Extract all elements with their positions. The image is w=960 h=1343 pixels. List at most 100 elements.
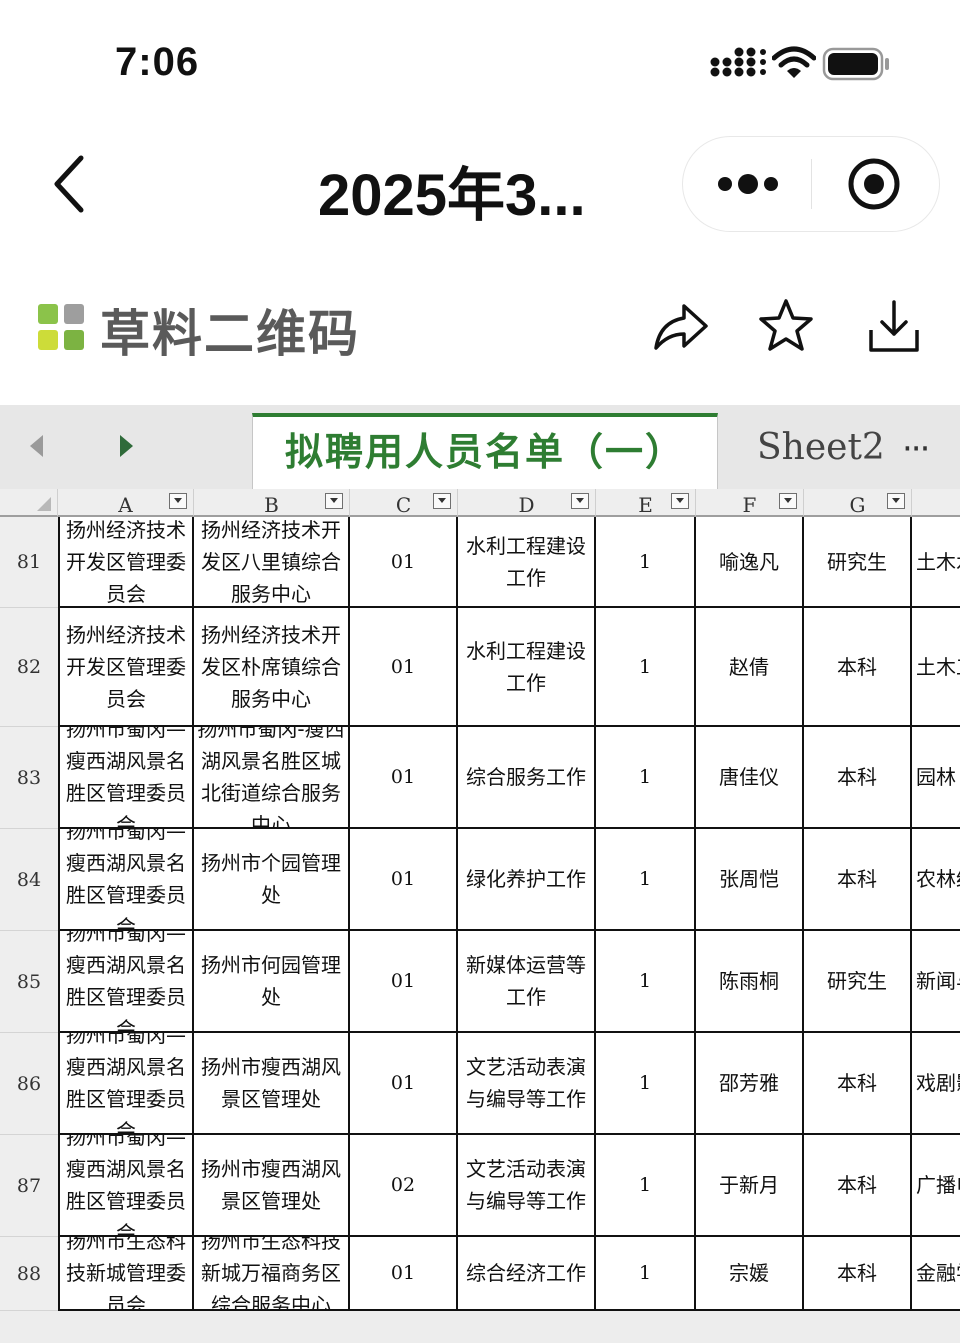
table-cell-g[interactable]: 研究生	[804, 931, 912, 1033]
table-cell-e[interactable]: 1	[596, 608, 696, 727]
column-header-e[interactable]: E	[596, 489, 696, 517]
table-cell-g[interactable]: 研究生	[804, 517, 912, 608]
table-cell-b[interactable]: 扬州市何园管理处	[194, 931, 350, 1033]
column-header-d[interactable]: D	[458, 489, 596, 517]
table-cell-e[interactable]: 1	[596, 517, 696, 608]
row-header[interactable]: 86	[0, 1033, 58, 1135]
table-cell-e[interactable]: 1	[596, 829, 696, 931]
table-cell-h[interactable]: 园林	[912, 727, 960, 829]
table-cell-b[interactable]: 扬州市瘦西湖风景区管理处	[194, 1135, 350, 1237]
table-cell-d[interactable]: 水利工程建设工作	[458, 517, 596, 608]
table-cell-h[interactable]: 农林经	[912, 829, 960, 931]
table-cell-h[interactable]: 金融学	[912, 1237, 960, 1311]
table-cell-a[interactable]: 扬州市蜀冈—瘦西湖风景名胜区管理委员会	[58, 1135, 194, 1237]
table-cell-b[interactable]: 扬州经济技术开发区朴席镇综合服务中心	[194, 608, 350, 727]
column-header-h[interactable]: H	[912, 489, 960, 517]
tab-sheet1[interactable]: 拟聘用人员名单（一）	[252, 413, 718, 493]
table-cell-f[interactable]: 宗媛	[696, 1237, 804, 1311]
table-cell-d[interactable]: 综合服务工作	[458, 727, 596, 829]
filter-dropdown-icon[interactable]	[169, 493, 187, 509]
column-header-f[interactable]: F	[696, 489, 804, 517]
row-header[interactable]: 84	[0, 829, 58, 931]
table-cell-a[interactable]: 扬州经济技术开发区管理委员会	[58, 517, 194, 608]
table-cell-b[interactable]: 扬州市个园管理处	[194, 829, 350, 931]
share-button[interactable]	[650, 296, 710, 356]
column-header-g[interactable]: G	[804, 489, 912, 517]
row-header[interactable]: 82	[0, 608, 58, 727]
table-cell-e[interactable]: 1	[596, 931, 696, 1033]
table-cell-c[interactable]: 01	[350, 1237, 458, 1311]
row-header[interactable]: 88	[0, 1237, 58, 1311]
table-cell-g[interactable]: 本科	[804, 608, 912, 727]
table-cell-a[interactable]: 扬州市蜀冈—瘦西湖风景名胜区管理委员会	[58, 829, 194, 931]
table-cell-h[interactable]: 广播电	[912, 1135, 960, 1237]
table-cell-h[interactable]: 土木水	[912, 517, 960, 608]
table-cell-c[interactable]: 01	[350, 517, 458, 608]
row-header[interactable]: 81	[0, 517, 58, 608]
table-cell-g[interactable]: 本科	[804, 727, 912, 829]
tab-scroll-left-icon[interactable]	[30, 435, 43, 457]
table-cell-d[interactable]: 新媒体运营等工作	[458, 931, 596, 1033]
table-cell-e[interactable]: 1	[596, 727, 696, 829]
tab-sheet2[interactable]: Sheet2	[757, 427, 885, 468]
column-header-a[interactable]: A	[58, 489, 194, 517]
table-cell-b[interactable]: 扬州市生态科技新城万福商务区综合服务中心	[194, 1237, 350, 1311]
table-cell-d[interactable]: 文艺活动表演与编导等工作	[458, 1033, 596, 1135]
filter-dropdown-icon[interactable]	[433, 493, 451, 509]
filter-dropdown-icon[interactable]	[887, 493, 905, 509]
column-header-c[interactable]: C	[350, 489, 458, 517]
filter-dropdown-icon[interactable]	[571, 493, 589, 509]
table-cell-c[interactable]: 01	[350, 1033, 458, 1135]
row-header[interactable]: 83	[0, 727, 58, 829]
cell-text: 园林	[916, 765, 956, 789]
table-cell-f[interactable]: 唐佳仪	[696, 727, 804, 829]
column-header-b[interactable]: B	[194, 489, 350, 517]
table-cell-b[interactable]: 扬州经济技术开发区八里镇综合服务中心	[194, 517, 350, 608]
table-cell-a[interactable]: 扬州市蜀冈—瘦西湖风景名胜区管理委员会	[58, 1033, 194, 1135]
table-cell-g[interactable]: 本科	[804, 1033, 912, 1135]
table-cell-h[interactable]: 戏剧影	[912, 1033, 960, 1135]
row-header[interactable]: 87	[0, 1135, 58, 1237]
table-cell-h[interactable]: 新闻与	[912, 931, 960, 1033]
favorite-button[interactable]	[756, 296, 816, 356]
table-cell-f[interactable]: 于新月	[696, 1135, 804, 1237]
select-all-corner[interactable]	[0, 489, 58, 517]
tab-scroll-right-icon[interactable]	[120, 435, 133, 457]
download-button[interactable]	[864, 296, 924, 356]
table-cell-a[interactable]: 扬州经济技术开发区管理委员会	[58, 608, 194, 727]
table-cell-c[interactable]: 01	[350, 829, 458, 931]
row-header[interactable]: 85	[0, 931, 58, 1033]
filter-dropdown-icon[interactable]	[779, 493, 797, 509]
table-cell-e[interactable]: 1	[596, 1135, 696, 1237]
table-cell-d[interactable]: 综合经济工作	[458, 1237, 596, 1311]
table-cell-e[interactable]: 1	[596, 1237, 696, 1311]
table-cell-b[interactable]: 扬州市蜀冈-瘦西湖风景名胜区城北街道综合服务中心	[194, 727, 350, 829]
table-cell-f[interactable]: 张周恺	[696, 829, 804, 931]
table-cell-a[interactable]: 扬州市蜀冈—瘦西湖风景名胜区管理委员会	[58, 727, 194, 829]
more-button[interactable]	[713, 161, 783, 207]
table-cell-c[interactable]: 01	[350, 608, 458, 727]
table-cell-b[interactable]: 扬州市瘦西湖风景区管理处	[194, 1033, 350, 1135]
table-cell-d[interactable]: 水利工程建设工作	[458, 608, 596, 727]
table-cell-g[interactable]: 本科	[804, 1237, 912, 1311]
table-cell-c[interactable]: 02	[350, 1135, 458, 1237]
table-cell-c[interactable]: 01	[350, 727, 458, 829]
filter-dropdown-icon[interactable]	[671, 493, 689, 509]
table-cell-d[interactable]: 绿化养护工作	[458, 829, 596, 931]
tabs-more-button[interactable]: ···	[902, 429, 930, 469]
table-cell-f[interactable]: 陈雨桐	[696, 931, 804, 1033]
table-cell-c[interactable]: 01	[350, 931, 458, 1033]
table-cell-a[interactable]: 扬州市蜀冈—瘦西湖风景名胜区管理委员会	[58, 931, 194, 1033]
table-cell-e[interactable]: 1	[596, 1033, 696, 1135]
table-cell-a[interactable]: 扬州市生态科技新城管理委员会	[58, 1237, 194, 1311]
table-cell-g[interactable]: 本科	[804, 1135, 912, 1237]
table-cell-g[interactable]: 本科	[804, 829, 912, 931]
back-button[interactable]	[45, 152, 95, 216]
close-button[interactable]	[847, 157, 901, 211]
table-cell-h[interactable]: 土木工	[912, 608, 960, 727]
table-cell-f[interactable]: 邵芳雅	[696, 1033, 804, 1135]
table-cell-f[interactable]: 赵倩	[696, 608, 804, 727]
table-cell-f[interactable]: 喻逸凡	[696, 517, 804, 608]
table-cell-d[interactable]: 文艺活动表演与编导等工作	[458, 1135, 596, 1237]
filter-dropdown-icon[interactable]	[325, 493, 343, 509]
